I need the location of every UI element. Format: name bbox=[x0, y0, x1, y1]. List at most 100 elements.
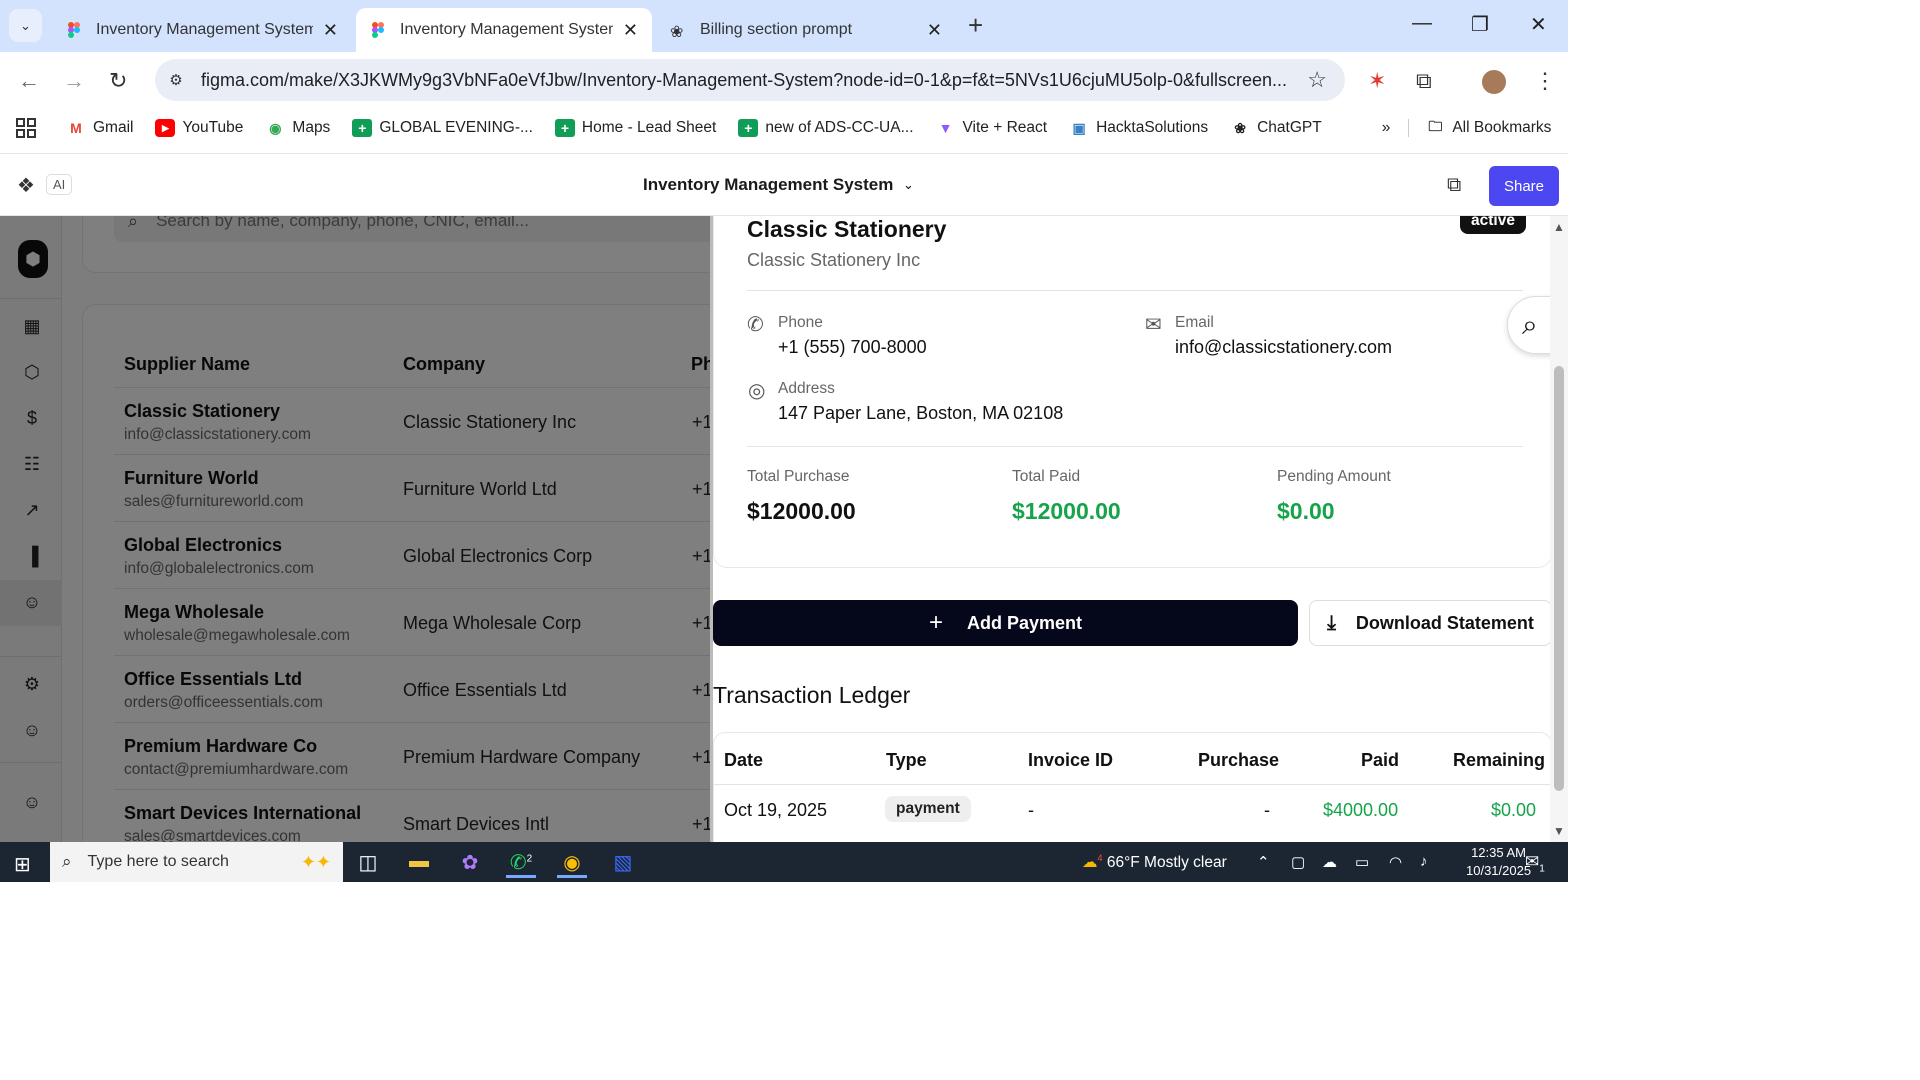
plus-icon: + bbox=[928, 609, 943, 636]
bookmark-lead-sheet[interactable]: + Home - Lead Sheet bbox=[554, 119, 716, 137]
chrome-profile-avatar[interactable] bbox=[1480, 68, 1508, 96]
tab-search-button[interactable]: ⌄ bbox=[9, 9, 42, 42]
volume-icon[interactable]: ♪ bbox=[1420, 853, 1428, 870]
bookmark-global-evening[interactable]: + GLOBAL EVENING-... bbox=[352, 119, 533, 137]
back-icon[interactable]: ← bbox=[18, 68, 40, 94]
extensions-puzzle-icon[interactable]: ⧉ bbox=[1416, 68, 1432, 94]
url-input[interactable]: ⚙ figma.com/make/X3JKWMy9g3VbNFa0eVfJbw/… bbox=[155, 59, 1345, 101]
site-info-icon[interactable]: ⚙ bbox=[165, 71, 187, 89]
chrome-menu-icon[interactable]: ⋮ bbox=[1534, 68, 1556, 94]
address-bar: ← → ↻ ⚙ figma.com/make/X3JKWMy9g3VbNFa0e… bbox=[0, 52, 1568, 108]
extension-sparkle-icon[interactable]: ✶ bbox=[1368, 68, 1386, 94]
minimize-icon[interactable]: — bbox=[1412, 12, 1432, 35]
file-explorer-icon[interactable]: ▬ bbox=[404, 850, 434, 873]
figma-favicon-icon bbox=[66, 22, 82, 38]
share-button[interactable]: Share bbox=[1489, 166, 1559, 206]
windows-start-icon[interactable]: ⊞ bbox=[14, 852, 31, 877]
download-icon: ⤓ bbox=[1327, 611, 1336, 634]
vite-icon: ▼ bbox=[938, 120, 953, 136]
all-bookmarks-button[interactable]: 🗀 All Bookmarks bbox=[1408, 118, 1551, 137]
scroll-down-icon[interactable]: ▼ bbox=[1553, 824, 1565, 838]
bookmark-ads-cc[interactable]: + new of ADS-CC-UA... bbox=[738, 119, 914, 137]
ledger-table-card bbox=[713, 732, 1552, 842]
bookmark-youtube[interactable]: ▶ YouTube bbox=[155, 119, 243, 137]
apps-grid-icon[interactable] bbox=[16, 118, 36, 138]
ledger-remaining: $0.00 bbox=[1491, 800, 1537, 820]
tray-device-icon[interactable]: ▢ bbox=[1291, 853, 1305, 871]
new-tab-button[interactable]: + bbox=[968, 12, 983, 38]
ledger-col-date: Date bbox=[724, 750, 764, 770]
magnify-code-icon: ⌕ bbox=[1522, 308, 1538, 340]
restore-icon[interactable]: ❐ bbox=[1471, 12, 1489, 37]
close-tab-icon[interactable]: ✕ bbox=[323, 20, 338, 41]
chevron-down-icon: ⌄ bbox=[20, 17, 31, 33]
onedrive-cloud-icon[interactable]: ☁ bbox=[1322, 853, 1337, 871]
file-title[interactable]: Inventory Management System bbox=[643, 175, 893, 195]
taskbar-search-input[interactable]: ⌕ Type here to search ✦✦ bbox=[50, 842, 343, 882]
bookmark-gmail[interactable]: M Gmail bbox=[66, 119, 133, 137]
sheets-icon: + bbox=[352, 119, 373, 137]
browser-tab-1[interactable]: Inventory Management System ✕ bbox=[52, 8, 352, 52]
chatgpt-icon: ❀ bbox=[1234, 119, 1246, 136]
bookmark-hackta[interactable]: ▣ HacktaSolutions bbox=[1069, 119, 1208, 137]
inspect-icon[interactable]: ⧉ bbox=[1447, 174, 1461, 197]
folder-icon: 🗀 bbox=[1428, 118, 1443, 134]
supplier-detail-panel: Classic Stationery Classic Stationery In… bbox=[710, 216, 1568, 842]
battery-icon[interactable]: ▭ bbox=[1355, 853, 1369, 871]
modal-backdrop[interactable] bbox=[0, 216, 710, 842]
close-window-icon[interactable]: ✕ bbox=[1530, 12, 1547, 37]
tray-chevron-up-icon[interactable]: ⌃ bbox=[1257, 853, 1270, 871]
location-pin-icon: ◎ bbox=[748, 380, 766, 402]
ledger-invoice: - bbox=[1028, 800, 1034, 820]
chatgpt-favicon-icon: ❀ bbox=[670, 24, 684, 41]
download-statement-button[interactable]: ⤓ Download Statement bbox=[1309, 600, 1552, 646]
phone-label: Phone bbox=[778, 314, 823, 331]
copilot-icon[interactable]: ✿ bbox=[455, 850, 485, 875]
bookmark-star-icon[interactable]: ☆ bbox=[1307, 67, 1327, 93]
scroll-up-icon[interactable]: ▲ bbox=[1553, 220, 1565, 234]
sheets-icon: + bbox=[554, 119, 575, 137]
reload-icon[interactable]: ↻ bbox=[109, 68, 127, 94]
bookmark-chatgpt[interactable]: ❀ ChatGPT bbox=[1230, 119, 1321, 137]
tab-title: Inventory Management System bbox=[96, 21, 313, 38]
ai-badge: AI bbox=[46, 174, 73, 195]
address-label: Address bbox=[778, 380, 835, 397]
email-label: Email bbox=[1175, 314, 1214, 331]
close-tab-icon[interactable]: ✕ bbox=[927, 20, 942, 41]
whatsapp-icon[interactable]: ✆2 bbox=[506, 846, 536, 878]
phone-value: +1 (555) 700-8000 bbox=[778, 337, 927, 357]
weather-widget[interactable]: ☁4 66°F Mostly clear bbox=[1082, 853, 1227, 872]
chevron-down-icon[interactable]: ⌄ bbox=[903, 177, 914, 193]
system-clock[interactable]: 12:35 AM 10/31/2025 bbox=[1466, 844, 1531, 880]
close-tab-icon[interactable]: ✕ bbox=[623, 20, 638, 41]
chrome-icon[interactable]: ◉ bbox=[557, 846, 587, 878]
sheets-icon: + bbox=[738, 119, 759, 137]
search-icon: ⌕ bbox=[62, 852, 72, 871]
email-value: info@classicstationery.com bbox=[1175, 337, 1393, 357]
bookmark-maps[interactable]: ◉ Maps bbox=[265, 119, 330, 137]
mail-icon: ✉ bbox=[1145, 314, 1162, 336]
browser-tab-2[interactable]: Inventory Management System ✕ bbox=[356, 8, 652, 52]
app-icon[interactable]: ▧ bbox=[608, 850, 638, 875]
tab-title: Inventory Management System bbox=[400, 21, 613, 38]
figma-logo-icon[interactable]: ❖ bbox=[17, 173, 35, 198]
supplier-info-card: Classic Stationery Classic Stationery In… bbox=[713, 216, 1552, 568]
ledger-col-remaining: Remaining bbox=[1453, 750, 1546, 770]
notification-icon[interactable]: ✉1 bbox=[1525, 852, 1545, 874]
bookmark-vite-react[interactable]: ▼ Vite + React bbox=[936, 119, 1048, 137]
url-text: figma.com/make/X3JKWMy9g3VbNFa0eVfJbw/In… bbox=[201, 69, 1287, 90]
sparkle-icon: ✦✦ bbox=[300, 851, 331, 872]
add-payment-button[interactable]: + Add Payment bbox=[713, 600, 1298, 646]
wifi-icon[interactable]: ◠ bbox=[1389, 853, 1402, 871]
panel-scrollbar[interactable]: ▲ ▼ bbox=[1550, 216, 1568, 842]
windows-taskbar: ⊞ ⌕ Type here to search ✦✦ ◫ ▬ ✿ ✆2 ◉ ▧ … bbox=[0, 842, 1568, 882]
ledger-col-invoice: Invoice ID bbox=[1028, 750, 1114, 770]
gmail-icon: M bbox=[70, 120, 82, 136]
pending-amount-label: Pending Amount bbox=[1277, 468, 1391, 485]
task-view-icon[interactable]: ◫ bbox=[353, 850, 383, 875]
more-bookmarks-icon[interactable]: » bbox=[1382, 119, 1391, 137]
ledger-date: Oct 19, 2025 bbox=[724, 800, 828, 820]
forward-icon[interactable]: → bbox=[63, 68, 85, 94]
browser-tab-3[interactable]: ❀ Billing section prompt ✕ bbox=[656, 8, 956, 52]
scroll-thumb[interactable] bbox=[1554, 366, 1564, 791]
